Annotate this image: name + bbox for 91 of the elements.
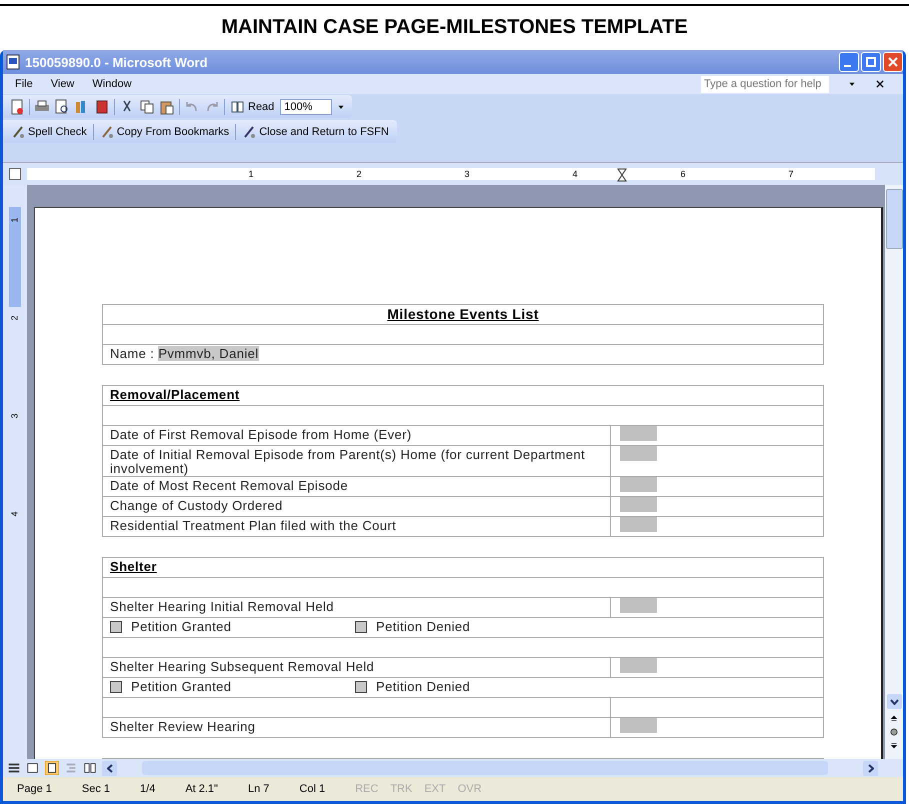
web-view-icon[interactable] [26, 761, 40, 775]
read-button[interactable]: Read [229, 100, 276, 112]
reading-view-icon[interactable] [83, 761, 97, 775]
ruler-number: 3 [464, 169, 470, 179]
menu-item[interactable]: View [50, 78, 74, 90]
minimize-button[interactable] [839, 52, 859, 72]
milestone-label: Residential Treatment Plan filed with the Court [110, 518, 396, 533]
pencil-icon [100, 124, 114, 138]
ruler-number: 2 [10, 316, 20, 320]
chevron-left-icon [106, 764, 112, 772]
chevron-down-icon [890, 698, 898, 704]
print-view-icon[interactable] [45, 761, 59, 775]
help-search-field[interactable]: Type a question for help [701, 76, 829, 92]
minimize-icon [844, 65, 851, 67]
status-item: OVR [458, 783, 482, 795]
paste-icon[interactable] [159, 98, 175, 114]
normal-view-icon[interactable] [7, 761, 21, 775]
page-caption: MAINTAIN CASE PAGE-MILESTONES TEMPLATE [221, 16, 688, 38]
date-field[interactable] [620, 497, 657, 512]
milestone-label: Shelter Review Hearing [110, 719, 256, 734]
ruler-number: 1 [10, 218, 20, 222]
name-field[interactable]: Pvmmvb, Daniel [158, 346, 259, 361]
checkbox[interactable] [110, 681, 122, 693]
document-title: Milestone Events List [386, 307, 540, 321]
milestone-label: Date of Initial Removal Episode from Parent(s) Home (for current Department involvement) [110, 447, 586, 476]
zoom-field[interactable]: 100% [280, 98, 332, 114]
next-page-icon[interactable] [889, 741, 899, 751]
print-preview-icon[interactable] [54, 98, 70, 114]
milestone-label: Change of Custody Ordered [110, 498, 283, 513]
pencil-icon [11, 124, 25, 138]
status-item: TRK [390, 783, 412, 795]
date-field[interactable] [620, 477, 657, 492]
section-heading: Shelter [110, 559, 157, 574]
date-field[interactable] [620, 426, 657, 441]
ruler-number: 7 [788, 169, 794, 179]
ruler-number: 4 [572, 169, 578, 179]
toolbar-button[interactable]: Close and Return to FSFN [240, 124, 391, 138]
checkbox-label: Petition Granted [131, 620, 232, 634]
status-item: 1/4 [140, 783, 156, 795]
milestone-label: Date of Most Recent Removal Episode [110, 478, 348, 493]
status-item: Page 1 [17, 783, 52, 795]
close-button[interactable] [883, 52, 903, 72]
checkbox-label: Petition Granted [131, 680, 232, 694]
ruler-number: 1 [248, 169, 254, 179]
status-item: Sec 1 [82, 783, 110, 795]
scroll-right-button[interactable] [863, 760, 878, 776]
section-heading: Removal/Placement [110, 387, 240, 402]
date-field[interactable] [620, 658, 657, 673]
toolbar-button[interactable]: Spell Check [9, 124, 89, 138]
checkbox-label: Petition Denied [376, 620, 470, 634]
scroll-down-button[interactable] [886, 694, 902, 709]
milestone-label: Shelter Hearing Subsequent Removal Held [110, 659, 374, 674]
document-icon[interactable] [9, 98, 25, 114]
name-label: Name : [110, 346, 156, 361]
close-icon[interactable] [875, 79, 885, 89]
window-title: 150059890.0 - Microsoft Word [25, 54, 208, 70]
ruler-number: 3 [10, 414, 20, 418]
status-item: At 2.1" [185, 783, 218, 795]
indent-marker[interactable] [617, 168, 627, 184]
menu-item[interactable]: Window [92, 78, 132, 90]
ruler-number: 4 [10, 512, 20, 516]
toolbar-button[interactable]: Copy From Bookmarks [98, 124, 232, 138]
date-field[interactable] [620, 718, 657, 733]
scroll-left-button[interactable] [102, 760, 117, 776]
date-field[interactable] [620, 598, 657, 613]
ruler-number: 2 [356, 169, 362, 179]
tab-selector[interactable] [9, 168, 21, 180]
browse-object-icon[interactable] [889, 727, 899, 737]
maximize-icon [866, 57, 876, 67]
menu-item[interactable]: File [15, 78, 33, 90]
checkbox-label: Petition Denied [376, 680, 470, 694]
checkbox[interactable] [110, 621, 122, 633]
chevron-right-icon [868, 764, 874, 772]
status-item: REC [355, 783, 378, 795]
previous-page-icon[interactable] [889, 713, 899, 723]
date-field[interactable] [620, 517, 657, 532]
status-item: Ln 7 [248, 783, 270, 795]
ruler-number: 6 [680, 169, 686, 179]
milestone-label: Shelter Hearing Initial Removal Held [110, 599, 334, 614]
scrollbar-thumb[interactable] [886, 189, 902, 249]
pencil-icon [242, 124, 256, 138]
status-item: Col 1 [299, 783, 326, 795]
close-icon [888, 57, 898, 67]
copy-icon[interactable] [139, 98, 155, 114]
date-field[interactable] [620, 446, 657, 461]
status-item: EXT [424, 783, 446, 795]
milestone-label: Date of First Removal Episode from Home (Ever) [110, 427, 412, 442]
maximize-button[interactable] [861, 52, 881, 72]
checkbox[interactable] [355, 681, 367, 693]
document-icon[interactable] [5, 54, 21, 70]
checkbox[interactable] [355, 621, 367, 633]
